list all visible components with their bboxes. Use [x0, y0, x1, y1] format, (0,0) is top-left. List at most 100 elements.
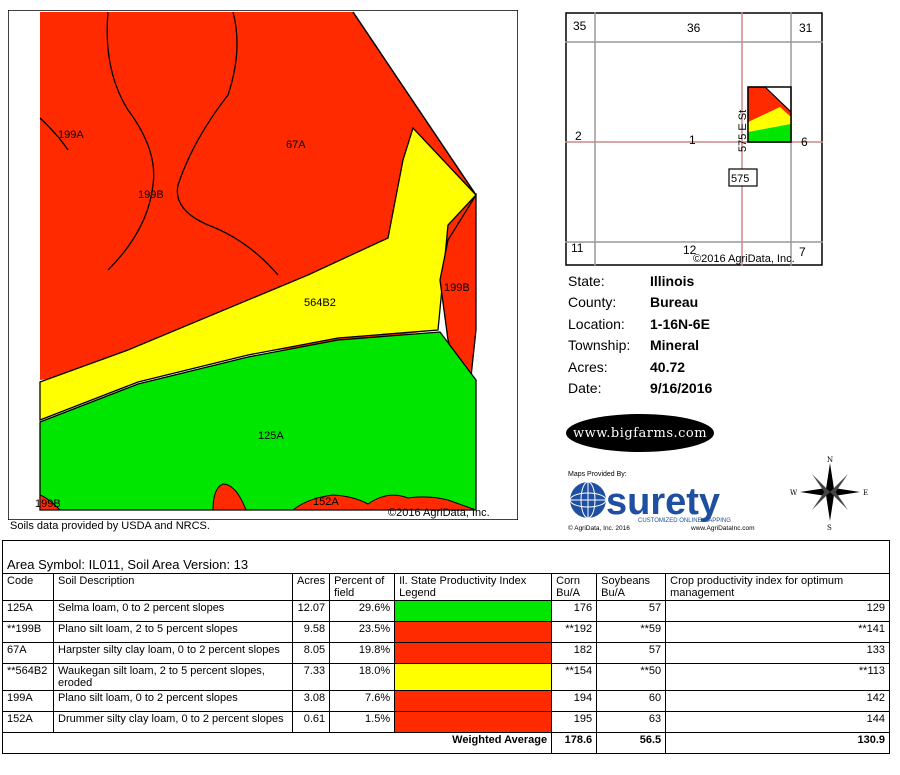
cell-soy: 60 [596, 690, 667, 712]
legend-swatch [394, 621, 553, 643]
locator-copyright: ©2016 AgriData, Inc. [693, 253, 795, 265]
cell-desc: Plano silt loam, 0 to 2 percent slopes [53, 690, 293, 712]
soil-label-199b-right: 199B [444, 282, 470, 294]
col-acres: Acres [291, 573, 331, 601]
cell-corn: 194 [551, 690, 598, 712]
table-row: **199B Plano silt loam, 2 to 5 percent s… [2, 621, 890, 643]
soil-table-caption: Area Symbol: IL011, Soil Area Version: 1… [2, 540, 890, 574]
cell-cpi: **113 [665, 663, 890, 691]
cell-soy: 57 [596, 642, 667, 664]
locator-map: 35 36 31 2 1 6 11 12 7 575 E St 575 ©201… [565, 12, 823, 266]
cell-corn: 182 [551, 642, 598, 664]
col-corn: Corn Bu/A [551, 573, 598, 601]
cell-soy: **50 [596, 663, 667, 691]
compass-s: S [827, 524, 832, 530]
weighted-average-row: Weighted Average 178.6 56.5 130.9 [1, 732, 890, 754]
table-row: **564B2 Waukegan silt loam, 2 to 5 perce… [2, 663, 890, 691]
info-acres-label: Acres: [568, 358, 608, 375]
cell-pct: 19.8% [329, 642, 396, 664]
weighted-corn: 178.6 [551, 732, 598, 754]
cell-desc: Drummer silty clay loam, 0 to 2 percent … [53, 711, 293, 733]
col-code: Code [2, 573, 54, 601]
cell-pct: 1.5% [329, 711, 396, 733]
cell-acres: 12.07 [291, 600, 331, 622]
cell-code: 199A [2, 690, 54, 712]
cell-acres: 3.08 [291, 690, 331, 712]
locator-section-11: 11 [571, 241, 584, 255]
weighted-cpi: 130.9 [665, 732, 890, 754]
info-state-value: Illinois [650, 272, 695, 289]
cell-code: 152A [2, 711, 54, 733]
soil-label-125a: 125A [258, 430, 284, 442]
cell-code: 125A [2, 600, 54, 622]
cell-pct: 29.6% [329, 600, 396, 622]
legend-swatch [394, 690, 553, 712]
info-state-label: State: [568, 272, 605, 289]
table-row: 199A Plano silt loam, 0 to 2 percent slo… [2, 690, 890, 712]
cell-corn: **192 [551, 621, 598, 643]
col-percent: Percent of field [329, 573, 396, 601]
info-location-label: Location: [568, 315, 625, 332]
cell-cpi: 133 [665, 642, 890, 664]
bigfarms-logo: www.bigfarms.com [566, 414, 714, 452]
cell-soy: 57 [596, 600, 667, 622]
cell-cpi: 142 [665, 690, 890, 712]
cell-acres: 7.33 [291, 663, 331, 691]
cell-cpi: 144 [665, 711, 890, 733]
surety-logo: Maps Provided By: surety CUSTOMIZED ONLI… [568, 471, 755, 532]
cell-desc: Waukegan silt loam, 2 to 5 percent slope… [53, 663, 293, 691]
weighted-soy: 56.5 [596, 732, 667, 754]
cell-soy: 63 [596, 711, 667, 733]
info-township-label: Township: [568, 337, 631, 354]
locator-section-2: 2 [575, 129, 582, 143]
field-info: State: Illinois County: Bureau Location: 1-… [568, 270, 712, 399]
cell-pct: 23.5% [329, 621, 396, 643]
info-date-value: 9/16/2016 [650, 380, 713, 397]
compass-e: E [863, 489, 868, 497]
info-county-value: Bureau [650, 294, 699, 311]
surety-right: www.AgriDataInc.com [690, 525, 755, 532]
cell-cpi: 129 [665, 600, 890, 622]
soil-map-copyright: ©2016 AgriData, Inc. [388, 507, 490, 519]
info-date-label: Date: [568, 380, 602, 397]
cell-corn: 195 [551, 711, 598, 733]
compass-w: W [790, 489, 798, 497]
locator-section-35: 35 [573, 19, 587, 33]
locator-section-6: 6 [801, 135, 808, 149]
table-row: 67A Harpster silty clay loam, 0 to 2 per… [2, 642, 890, 664]
col-soybeans: Soybeans Bu/A [596, 573, 667, 601]
soil-table: Area Symbol: IL011, Soil Area Version: 1… [1, 540, 890, 754]
locator-road-label: 575 E St [737, 110, 749, 152]
cell-code: **199B [2, 621, 54, 643]
cell-soy: **59 [596, 621, 667, 643]
cell-corn: **154 [551, 663, 598, 691]
info-township-value: Mineral [650, 337, 700, 354]
info-county-label: County: [568, 294, 617, 311]
surety-sub: CUSTOMIZED ONLINE MAPPING [638, 518, 731, 524]
cell-pct: 7.6% [329, 690, 396, 712]
cell-acres: 8.05 [291, 642, 331, 664]
table-row: 125A Selma loam, 0 to 2 percent slopes 1… [2, 600, 890, 622]
soil-label-152a: 152A [313, 496, 339, 508]
col-description: Soil Description [53, 573, 293, 601]
locator-section-1: 1 [689, 133, 696, 147]
surety-top-text: Maps Provided By: [568, 471, 627, 478]
soil-label-199b-bottom: 199B [35, 498, 61, 510]
table-row: 152A Drummer silty clay loam, 0 to 2 per… [2, 711, 890, 733]
soil-data-credit: Soils data provided by USDA and NRCS. [10, 520, 210, 532]
info-location-value: 1-16N-6E [650, 315, 710, 332]
col-legend: Il. State Productivity Index Legend [394, 573, 553, 601]
locator-section-7: 7 [799, 245, 806, 259]
surety-word: surety [606, 481, 720, 523]
legend-swatch [394, 642, 553, 664]
info-acres-value: 40.72 [650, 358, 686, 375]
compass-rose-icon: N S W E [790, 456, 868, 530]
cell-desc: Plano silt loam, 2 to 5 percent slopes [53, 621, 293, 643]
locator-route-shield: 575 [731, 173, 749, 185]
surety-left: © AgriData, Inc. 2016 [568, 524, 630, 532]
cell-pct: 18.0% [329, 663, 396, 691]
cell-acres: 0.61 [291, 711, 331, 733]
compass-n: N [827, 456, 833, 464]
soil-map: 199A 67A 199B 564B2 199B 125A 199B 152A … [8, 10, 518, 520]
legend-swatch [394, 711, 553, 733]
